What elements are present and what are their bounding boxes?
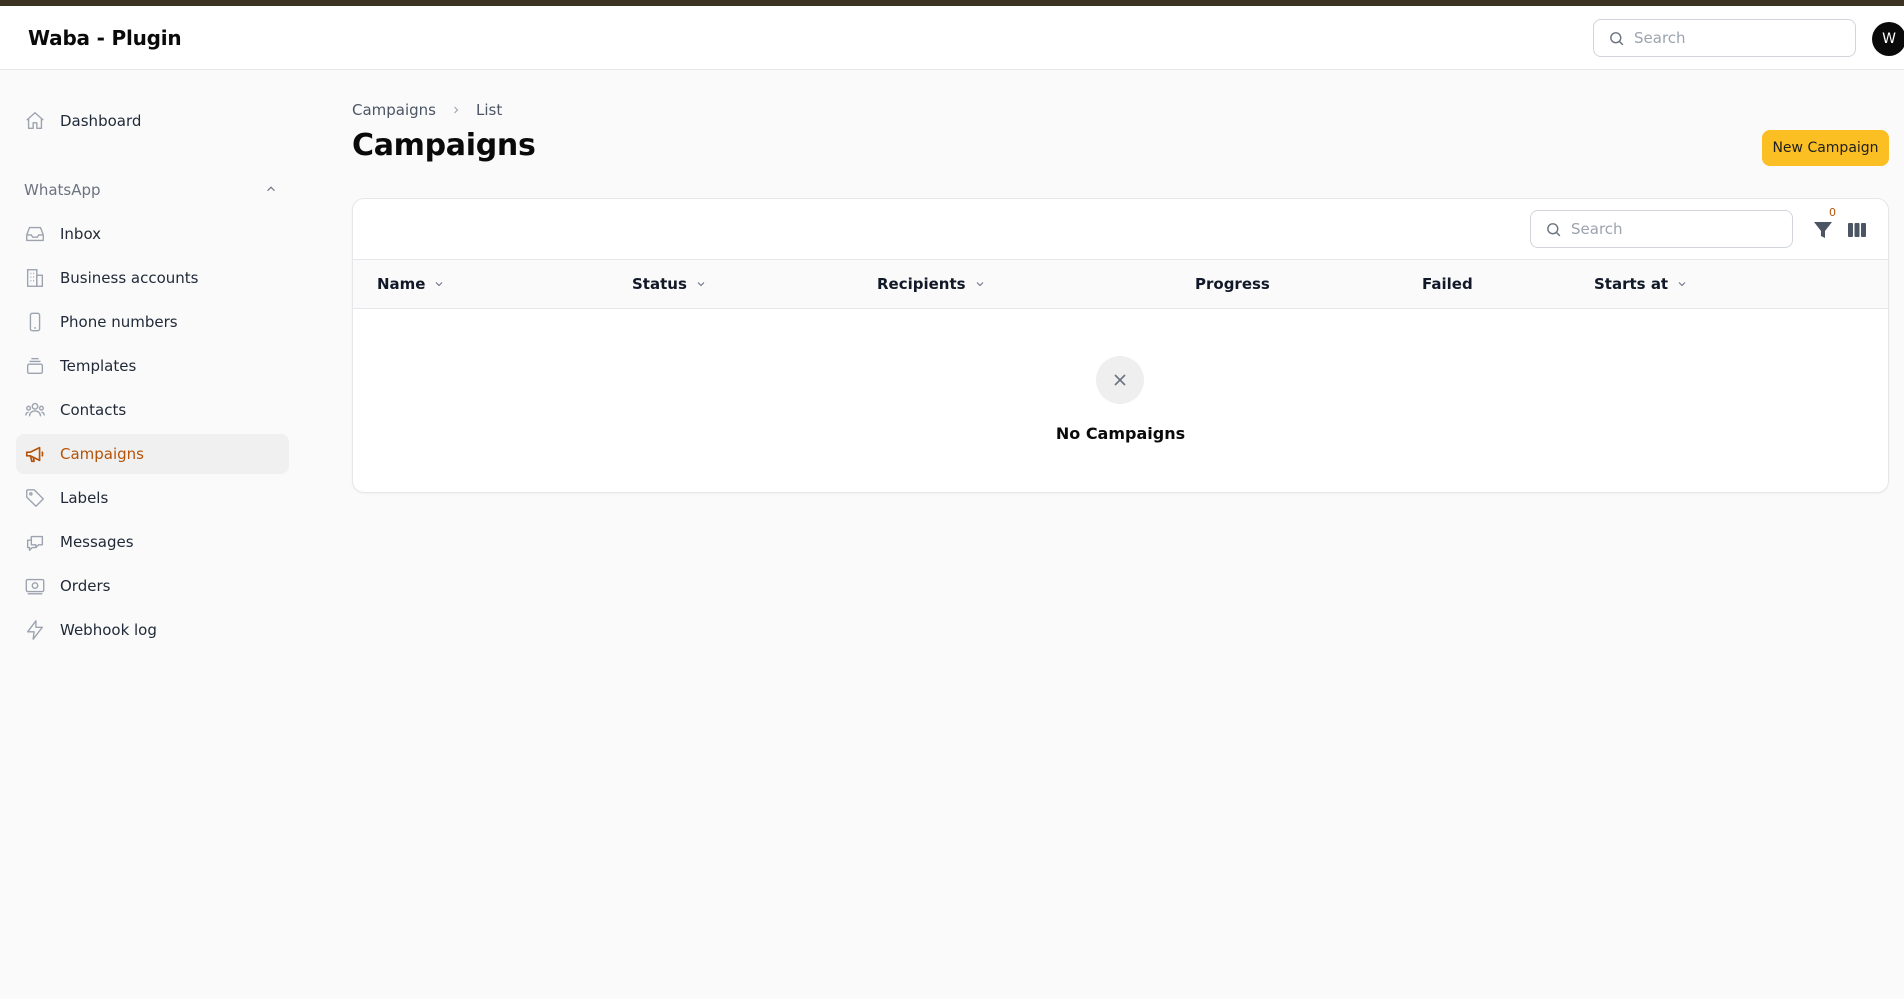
phone-icon — [29, 312, 41, 332]
chat-bubbles-icon — [26, 535, 44, 551]
sidebar-item-dashboard[interactable]: Dashboard — [16, 101, 289, 141]
new-campaign-button[interactable]: New Campaign — [1762, 130, 1889, 166]
sidebar-item-campaigns[interactable]: Campaigns — [16, 434, 289, 474]
chevron-down-icon — [436, 282, 443, 287]
chevron-up-icon[interactable] — [264, 182, 278, 196]
column-header-recipients[interactable]: Recipients — [877, 275, 986, 293]
sidebar-item-orders[interactable]: Orders — [16, 566, 289, 606]
column-header-label: Starts at — [1594, 275, 1669, 293]
page-title: Campaigns — [352, 128, 536, 163]
column-header-label: Progress — [1195, 275, 1270, 293]
stack-icon — [26, 357, 44, 375]
columns-icon[interactable] — [1845, 218, 1869, 242]
sidebar-item-label: Contacts — [60, 401, 127, 419]
sidebar-item-label: Labels — [60, 489, 109, 507]
megaphone-icon — [25, 446, 44, 463]
sidebar-item-contacts[interactable]: Contacts — [16, 390, 289, 430]
search-icon — [1547, 223, 1561, 237]
column-header-label: Failed — [1422, 275, 1473, 293]
sidebar-item-label: Inbox — [60, 225, 102, 243]
breadcrumb-current: List — [476, 101, 503, 119]
sidebar: Dashboard WhatsApp Inbox Business accoun… — [0, 71, 300, 999]
app-title: Waba - Plugin — [28, 26, 182, 50]
global-search[interactable] — [1593, 19, 1856, 57]
table-search[interactable] — [1530, 210, 1793, 248]
cash-icon — [25, 578, 45, 595]
breadcrumb: Campaigns List — [352, 101, 502, 119]
chevron-down-icon — [1678, 282, 1686, 287]
bolt-icon — [26, 620, 44, 640]
campaigns-table-card: 0 Name Status Recipients Progress Failed — [352, 198, 1889, 493]
sidebar-item-business-accounts[interactable]: Business accounts — [16, 258, 289, 298]
sidebar-item-label: Dashboard — [60, 112, 142, 130]
close-icon — [1114, 374, 1126, 386]
column-header-label: Status — [632, 275, 687, 293]
chevron-down-icon — [697, 282, 705, 287]
sidebar-item-label: Messages — [60, 533, 134, 551]
global-search-input[interactable] — [1634, 28, 1844, 48]
column-header-progress: Progress — [1195, 275, 1270, 293]
sidebar-item-label: Campaigns — [60, 445, 145, 463]
column-header-status[interactable]: Status — [632, 275, 707, 293]
filter-icon[interactable] — [1811, 218, 1835, 242]
table-header: Name Status Recipients Progress Failed S… — [353, 259, 1888, 309]
sidebar-item-label: Webhook log — [60, 621, 157, 639]
top-bar: Waba - Plugin W — [0, 6, 1904, 70]
inbox-icon — [26, 226, 44, 242]
column-header-name[interactable]: Name — [377, 275, 445, 293]
breadcrumb-campaigns-link[interactable]: Campaigns — [352, 101, 436, 119]
table-search-input[interactable] — [1571, 219, 1781, 239]
sidebar-item-label: Phone numbers — [60, 313, 178, 331]
sidebar-item-templates[interactable]: Templates — [16, 346, 289, 386]
tag-icon — [26, 489, 44, 507]
filter-count-badge: 0 — [1829, 206, 1836, 219]
sidebar-item-labels[interactable]: Labels — [16, 478, 289, 518]
sidebar-item-label: Templates — [60, 357, 137, 375]
chevron-down-icon — [976, 282, 983, 287]
sidebar-item-messages[interactable]: Messages — [16, 522, 289, 562]
users-icon — [25, 402, 45, 417]
column-header-starts-at[interactable]: Starts at — [1594, 275, 1688, 293]
sidebar-group-whatsapp[interactable]: WhatsApp — [24, 181, 101, 199]
building-icon — [26, 269, 44, 287]
sidebar-item-inbox[interactable]: Inbox — [16, 214, 289, 254]
column-header-label: Recipients — [877, 275, 966, 293]
empty-state-message: No Campaigns — [1055, 424, 1186, 443]
sidebar-item-label: Orders — [60, 577, 111, 595]
column-header-failed: Failed — [1422, 275, 1473, 293]
sidebar-item-phone-numbers[interactable]: Phone numbers — [16, 302, 289, 342]
search-icon — [1610, 32, 1624, 46]
chevron-right-icon — [454, 106, 459, 114]
home-icon — [26, 112, 44, 130]
user-avatar[interactable]: W — [1872, 22, 1904, 56]
sidebar-item-webhook-log[interactable]: Webhook log — [16, 610, 289, 650]
column-header-label: Name — [377, 275, 426, 293]
sidebar-item-label: Business accounts — [60, 269, 199, 287]
empty-state-icon-wrap — [1096, 356, 1144, 404]
